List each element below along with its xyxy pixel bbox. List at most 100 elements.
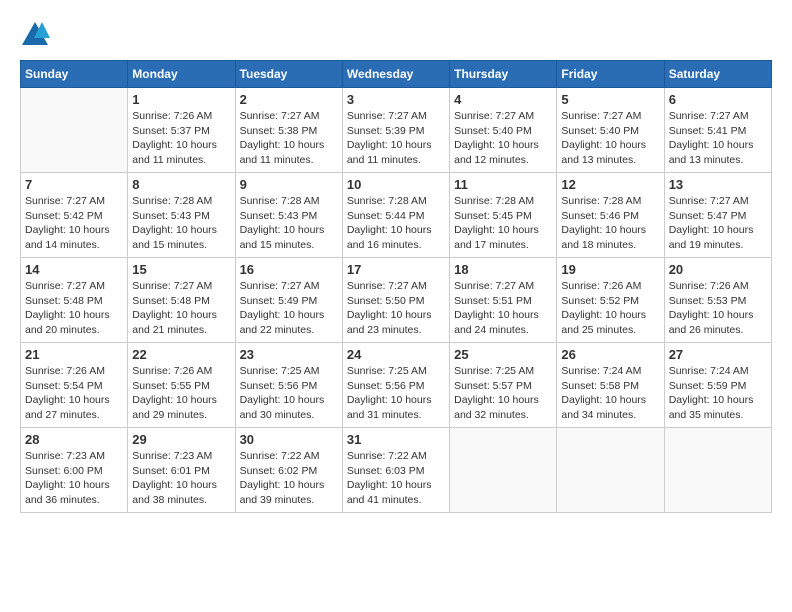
calendar-cell: [21, 88, 128, 173]
calendar-cell: 12 Sunrise: 7:28 AM Sunset: 5:46 PM Dayli…: [557, 173, 664, 258]
day-info: Sunrise: 7:28 AM Sunset: 5:44 PM Dayligh…: [347, 194, 445, 253]
day-info: Sunrise: 7:22 AM Sunset: 6:02 PM Dayligh…: [240, 449, 338, 508]
calendar-cell: 13 Sunrise: 7:27 AM Sunset: 5:47 PM Dayli…: [664, 173, 771, 258]
day-info: Sunrise: 7:28 AM Sunset: 5:43 PM Dayligh…: [132, 194, 230, 253]
calendar-cell: 30 Sunrise: 7:22 AM Sunset: 6:02 PM Dayli…: [235, 428, 342, 513]
calendar-cell: 16 Sunrise: 7:27 AM Sunset: 5:49 PM Dayli…: [235, 258, 342, 343]
week-row-3: 14 Sunrise: 7:27 AM Sunset: 5:48 PM Dayli…: [21, 258, 772, 343]
day-number: 5: [561, 92, 659, 107]
day-info: Sunrise: 7:26 AM Sunset: 5:37 PM Dayligh…: [132, 109, 230, 168]
calendar-cell: [450, 428, 557, 513]
calendar-cell: 8 Sunrise: 7:28 AM Sunset: 5:43 PM Daylig…: [128, 173, 235, 258]
day-number: 30: [240, 432, 338, 447]
calendar-cell: 24Sunrise: 7:25 AM Sunset: 5:56 PM Dayli…: [342, 343, 449, 428]
day-number: 14: [25, 262, 123, 277]
calendar-cell: 3 Sunrise: 7:27 AM Sunset: 5:39 PM Daylig…: [342, 88, 449, 173]
day-info: Sunrise: 7:23 AM Sunset: 6:01 PM Dayligh…: [132, 449, 230, 508]
logo: [20, 20, 54, 50]
day-info: Sunrise: 7:27 AM Sunset: 5:38 PM Dayligh…: [240, 109, 338, 168]
day-info: Sunrise: 7:27 AM Sunset: 5:40 PM Dayligh…: [561, 109, 659, 168]
calendar-cell: 25 Sunrise: 7:25 AM Sunset: 5:57 PM Dayli…: [450, 343, 557, 428]
week-row-2: 7 Sunrise: 7:27 AM Sunset: 5:42 PM Daylig…: [21, 173, 772, 258]
day-number: 1: [132, 92, 230, 107]
day-info: Sunrise: 7:27 AM Sunset: 5:41 PM Dayligh…: [669, 109, 767, 168]
day-number: 11: [454, 177, 552, 192]
calendar-cell: 10 Sunrise: 7:28 AM Sunset: 5:44 PM Dayli…: [342, 173, 449, 258]
calendar-cell: 22 Sunrise: 7:26 AM Sunset: 5:55 PM Dayli…: [128, 343, 235, 428]
day-number: 12: [561, 177, 659, 192]
calendar-cell: 6 Sunrise: 7:27 AM Sunset: 5:41 PM Daylig…: [664, 88, 771, 173]
day-info: Sunrise: 7:27 AM Sunset: 5:49 PM Dayligh…: [240, 279, 338, 338]
weekday-header-monday: Monday: [128, 61, 235, 88]
weekday-header-friday: Friday: [557, 61, 664, 88]
day-number: 3: [347, 92, 445, 107]
day-info: Sunrise: 7:27 AM Sunset: 5:48 PM Dayligh…: [132, 279, 230, 338]
calendar-cell: 21 Sunrise: 7:26 AM Sunset: 5:54 PM Dayli…: [21, 343, 128, 428]
calendar-cell: 9 Sunrise: 7:28 AM Sunset: 5:43 PM Daylig…: [235, 173, 342, 258]
calendar-cell: 20Sunrise: 7:26 AM Sunset: 5:53 PM Dayli…: [664, 258, 771, 343]
day-number: 23: [240, 347, 338, 362]
day-info: Sunrise: 7:28 AM Sunset: 5:46 PM Dayligh…: [561, 194, 659, 253]
day-info: Sunrise: 7:26 AM Sunset: 5:52 PM Dayligh…: [561, 279, 659, 338]
calendar-cell: 27Sunrise: 7:24 AM Sunset: 5:59 PM Dayli…: [664, 343, 771, 428]
day-number: 21: [25, 347, 123, 362]
calendar-cell: 19Sunrise: 7:26 AM Sunset: 5:52 PM Dayli…: [557, 258, 664, 343]
day-info: Sunrise: 7:25 AM Sunset: 5:56 PM Dayligh…: [240, 364, 338, 423]
calendar-cell: 1 Sunrise: 7:26 AM Sunset: 5:37 PM Daylig…: [128, 88, 235, 173]
weekday-header-sunday: Sunday: [21, 61, 128, 88]
day-number: 20: [669, 262, 767, 277]
day-number: 10: [347, 177, 445, 192]
day-info: Sunrise: 7:24 AM Sunset: 5:58 PM Dayligh…: [561, 364, 659, 423]
calendar-cell: 11 Sunrise: 7:28 AM Sunset: 5:45 PM Dayli…: [450, 173, 557, 258]
calendar-cell: 29 Sunrise: 7:23 AM Sunset: 6:01 PM Dayli…: [128, 428, 235, 513]
calendar-cell: 7 Sunrise: 7:27 AM Sunset: 5:42 PM Daylig…: [21, 173, 128, 258]
day-number: 13: [669, 177, 767, 192]
calendar-cell: 31 Sunrise: 7:22 AM Sunset: 6:03 PM Dayli…: [342, 428, 449, 513]
calendar-cell: 4Sunrise: 7:27 AM Sunset: 5:40 PM Daylig…: [450, 88, 557, 173]
day-info: Sunrise: 7:27 AM Sunset: 5:47 PM Dayligh…: [669, 194, 767, 253]
page-header: [20, 20, 772, 50]
weekday-header-thursday: Thursday: [450, 61, 557, 88]
day-info: Sunrise: 7:26 AM Sunset: 5:55 PM Dayligh…: [132, 364, 230, 423]
weekday-header-wednesday: Wednesday: [342, 61, 449, 88]
day-number: 2: [240, 92, 338, 107]
calendar-cell: 14 Sunrise: 7:27 AM Sunset: 5:48 PM Dayli…: [21, 258, 128, 343]
logo-icon: [20, 20, 50, 50]
day-info: Sunrise: 7:26 AM Sunset: 5:54 PM Dayligh…: [25, 364, 123, 423]
calendar-cell: 18Sunrise: 7:27 AM Sunset: 5:51 PM Dayli…: [450, 258, 557, 343]
weekday-header-tuesday: Tuesday: [235, 61, 342, 88]
day-number: 27: [669, 347, 767, 362]
day-info: Sunrise: 7:27 AM Sunset: 5:50 PM Dayligh…: [347, 279, 445, 338]
day-info: Sunrise: 7:22 AM Sunset: 6:03 PM Dayligh…: [347, 449, 445, 508]
day-number: 6: [669, 92, 767, 107]
day-number: 16: [240, 262, 338, 277]
day-number: 17: [347, 262, 445, 277]
day-number: 9: [240, 177, 338, 192]
day-info: Sunrise: 7:25 AM Sunset: 5:57 PM Dayligh…: [454, 364, 552, 423]
day-info: Sunrise: 7:27 AM Sunset: 5:40 PM Dayligh…: [454, 109, 552, 168]
day-number: 8: [132, 177, 230, 192]
calendar-cell: [557, 428, 664, 513]
day-number: 29: [132, 432, 230, 447]
day-info: Sunrise: 7:27 AM Sunset: 5:48 PM Dayligh…: [25, 279, 123, 338]
day-info: Sunrise: 7:28 AM Sunset: 5:43 PM Dayligh…: [240, 194, 338, 253]
calendar-cell: 17 Sunrise: 7:27 AM Sunset: 5:50 PM Dayli…: [342, 258, 449, 343]
day-info: Sunrise: 7:25 AM Sunset: 5:56 PM Dayligh…: [347, 364, 445, 423]
week-row-4: 21 Sunrise: 7:26 AM Sunset: 5:54 PM Dayli…: [21, 343, 772, 428]
day-number: 28: [25, 432, 123, 447]
calendar-table: SundayMondayTuesdayWednesdayThursdayFrid…: [20, 60, 772, 513]
day-number: 31: [347, 432, 445, 447]
calendar-cell: 23 Sunrise: 7:25 AM Sunset: 5:56 PM Dayli…: [235, 343, 342, 428]
day-number: 22: [132, 347, 230, 362]
day-number: 25: [454, 347, 552, 362]
week-row-5: 28Sunrise: 7:23 AM Sunset: 6:00 PM Dayli…: [21, 428, 772, 513]
calendar-cell: 15 Sunrise: 7:27 AM Sunset: 5:48 PM Dayli…: [128, 258, 235, 343]
day-number: 18: [454, 262, 552, 277]
day-info: Sunrise: 7:27 AM Sunset: 5:42 PM Dayligh…: [25, 194, 123, 253]
day-info: Sunrise: 7:28 AM Sunset: 5:45 PM Dayligh…: [454, 194, 552, 253]
day-number: 7: [25, 177, 123, 192]
weekday-header-row: SundayMondayTuesdayWednesdayThursdayFrid…: [21, 61, 772, 88]
day-info: Sunrise: 7:27 AM Sunset: 5:39 PM Dayligh…: [347, 109, 445, 168]
calendar-cell: 26Sunrise: 7:24 AM Sunset: 5:58 PM Dayli…: [557, 343, 664, 428]
day-number: 15: [132, 262, 230, 277]
